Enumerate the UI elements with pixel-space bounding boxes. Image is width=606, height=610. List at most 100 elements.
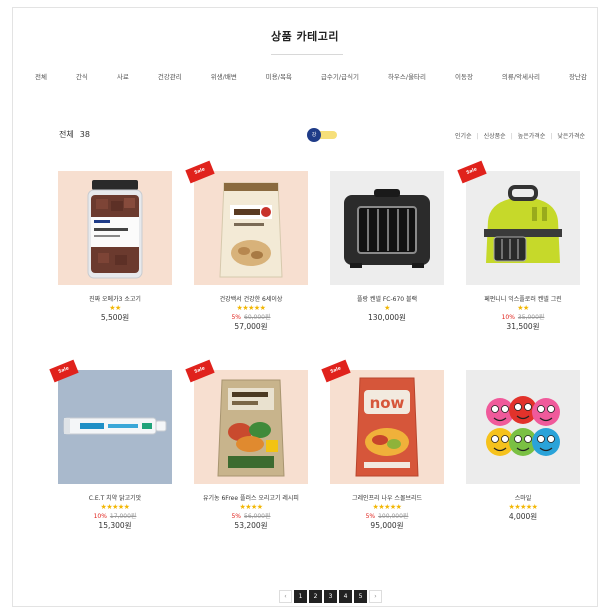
product-price: 95,000원 — [370, 521, 404, 530]
smiley-balls-image — [466, 370, 580, 484]
product-card[interactable]: Sale now 그레인프리 나우 스몰브리드 ★★★★★ 5% 100,000원… — [321, 359, 445, 531]
page-button-3[interactable]: 3 — [324, 590, 337, 603]
product-image[interactable] — [194, 370, 308, 484]
category-clothing[interactable]: 의류/악세사리 — [502, 71, 540, 85]
product-rating: ★ — [384, 304, 390, 312]
product-price: 57,000원 — [234, 322, 268, 331]
product-rating: ★★★★★ — [100, 503, 130, 511]
product-rating: ★★★★★ — [372, 503, 402, 511]
product-image[interactable] — [194, 171, 308, 285]
category-grooming[interactable]: 미용/목욕 — [266, 71, 292, 85]
sort-popular[interactable]: 인기순 — [455, 133, 472, 140]
sort-separator: | — [550, 133, 553, 140]
category-all[interactable]: 전체 — [35, 71, 47, 85]
sort-price-low[interactable]: 낮은가격순 — [557, 133, 585, 140]
original-price: 56,000원 — [244, 513, 271, 520]
product-rating: ★★★★ — [239, 503, 263, 511]
discount-percent: 5% — [365, 513, 376, 520]
sort-price-high[interactable]: 높은가격순 — [518, 133, 546, 140]
product-name[interactable]: 스마일 — [465, 493, 581, 502]
product-price: 4,000원 — [508, 512, 538, 521]
product-card[interactable]: 진짜 오메가3 소고기 ★★ 5,500원 — [57, 171, 173, 323]
product-name[interactable]: 유기농 6Free 플러스 오리고기 레시피 — [193, 493, 309, 502]
page-button-1[interactable]: 1 — [294, 590, 307, 603]
page-frame: 상품 카테고리 전체 간식 사료 건강관리 위생/배변 미용/목욕 급수기/급식… — [12, 7, 598, 607]
sort-options: 인기순 | 신상품순 | 높은가격순 | 낮은가격순 — [455, 131, 585, 140]
category-feeder[interactable]: 급수기/급식기 — [321, 71, 359, 85]
kennel-black-image — [330, 171, 444, 285]
product-price: 130,000원 — [368, 313, 406, 322]
next-page-button[interactable]: › — [369, 590, 382, 603]
page-button-2[interactable]: 2 — [309, 590, 322, 603]
product-card[interactable]: 스마일 ★★★★★ 4,000원 — [465, 370, 581, 522]
product-card[interactable]: Sale C.E.T 치약 닭고기맛 ★★★★★ 10% 17,000원 15,3… — [49, 359, 173, 531]
product-rating: ★★ — [109, 304, 121, 312]
product-image[interactable] — [466, 171, 580, 285]
page-title: 상품 카테고리 — [270, 30, 340, 43]
original-price: 60,000원 — [244, 314, 271, 321]
product-price: 5,500원 — [100, 313, 130, 322]
product-card[interactable]: Sale 유기농 6Free 플러스 오리고기 레시피 ★★★★ 5% 56,00 — [185, 359, 309, 531]
product-discount: 10% 35,000원 — [465, 313, 581, 322]
product-discount: 5% 100,000원 — [329, 512, 445, 521]
product-name[interactable]: C.E.T 치약 닭고기맛 — [57, 493, 173, 502]
product-image[interactable] — [58, 171, 172, 285]
product-count-value: 38 — [79, 130, 90, 139]
product-image[interactable] — [466, 370, 580, 484]
discount-percent: 10% — [93, 513, 107, 520]
category-health[interactable]: 건강관리 — [158, 71, 182, 85]
category-carrier[interactable]: 이동장 — [455, 71, 473, 85]
product-count: 전체 38 — [59, 129, 90, 140]
product-name[interactable]: 페펀니니 익스플로러 켄넬 그린 — [465, 294, 581, 303]
category-house[interactable]: 하우스/울타리 — [388, 71, 426, 85]
product-discount: 5% 60,000원 — [193, 313, 309, 322]
organic-food-image — [194, 370, 308, 484]
product-rating: ★★ — [517, 304, 529, 312]
view-toggle[interactable]: 강 — [303, 127, 343, 143]
product-rating: ★★★★★ — [236, 304, 266, 312]
category-snack[interactable]: 간식 — [76, 71, 88, 85]
original-price: 35,000원 — [517, 314, 545, 321]
category-nav: 전체 간식 사료 건강관리 위생/배변 미용/목욕 급수기/급식기 하우스/울타… — [13, 71, 597, 85]
product-discount: 10% 17,000원 — [57, 512, 173, 521]
discount-percent: 10% — [501, 314, 515, 321]
product-name[interactable]: 건강백서 건강한 6세이상 — [193, 294, 309, 303]
page-button-4[interactable]: 4 — [339, 590, 352, 603]
now-food-image: now — [330, 370, 444, 484]
product-discount: 5% 56,000원 — [193, 512, 309, 521]
pagination: ‹ 1 2 3 4 5 › — [279, 590, 382, 603]
product-card[interactable]: Sale 건강백서 건강한 6세이상 ★★★★★ 5% 60,000원 57,0… — [185, 160, 309, 332]
product-image[interactable]: now — [330, 370, 444, 484]
product-price: 15,300원 — [98, 521, 132, 530]
prev-page-button[interactable]: ‹ — [279, 590, 292, 603]
toothpaste-image — [58, 370, 172, 484]
discount-percent: 5% — [231, 513, 241, 520]
original-price: 100,000원 — [378, 513, 409, 520]
product-count-label: 전체 — [59, 130, 74, 139]
product-name[interactable]: 그레인프리 나우 스몰브리드 — [329, 493, 445, 502]
product-name[interactable]: 플랑 켄넬 FC-670 블랙 — [329, 294, 445, 303]
category-food[interactable]: 사료 — [117, 71, 129, 85]
original-price: 17,000원 — [109, 513, 137, 520]
product-image[interactable] — [58, 370, 172, 484]
product-card[interactable]: 플랑 켄넬 FC-670 블랙 ★ 130,000원 — [329, 171, 445, 323]
toggle-knob: 강 — [307, 128, 321, 142]
product-card[interactable]: Sale 페펀니니 익스플로러 켄넬 그린 ★★ 10% 35,000원 31,… — [457, 160, 581, 332]
sort-separator: | — [510, 133, 513, 140]
product-price: 53,200원 — [234, 521, 268, 530]
sort-separator: | — [476, 133, 479, 140]
product-name[interactable]: 진짜 오메가3 소고기 — [57, 294, 173, 303]
product-price: 31,500원 — [506, 322, 540, 331]
category-toys[interactable]: 장난감 — [569, 71, 587, 85]
sort-newest[interactable]: 신상품순 — [484, 133, 506, 140]
carrier-green-image — [466, 171, 580, 285]
category-hygiene[interactable]: 위생/배변 — [211, 71, 237, 85]
product-rating: ★★★★★ — [508, 503, 538, 511]
product-image[interactable] — [330, 171, 444, 285]
discount-percent: 5% — [231, 314, 241, 321]
page-button-5[interactable]: 5 — [354, 590, 367, 603]
title-divider — [271, 54, 343, 55]
treat-jar-image — [58, 171, 172, 285]
food-bag-image — [194, 171, 308, 285]
svg-text:now: now — [370, 394, 405, 412]
